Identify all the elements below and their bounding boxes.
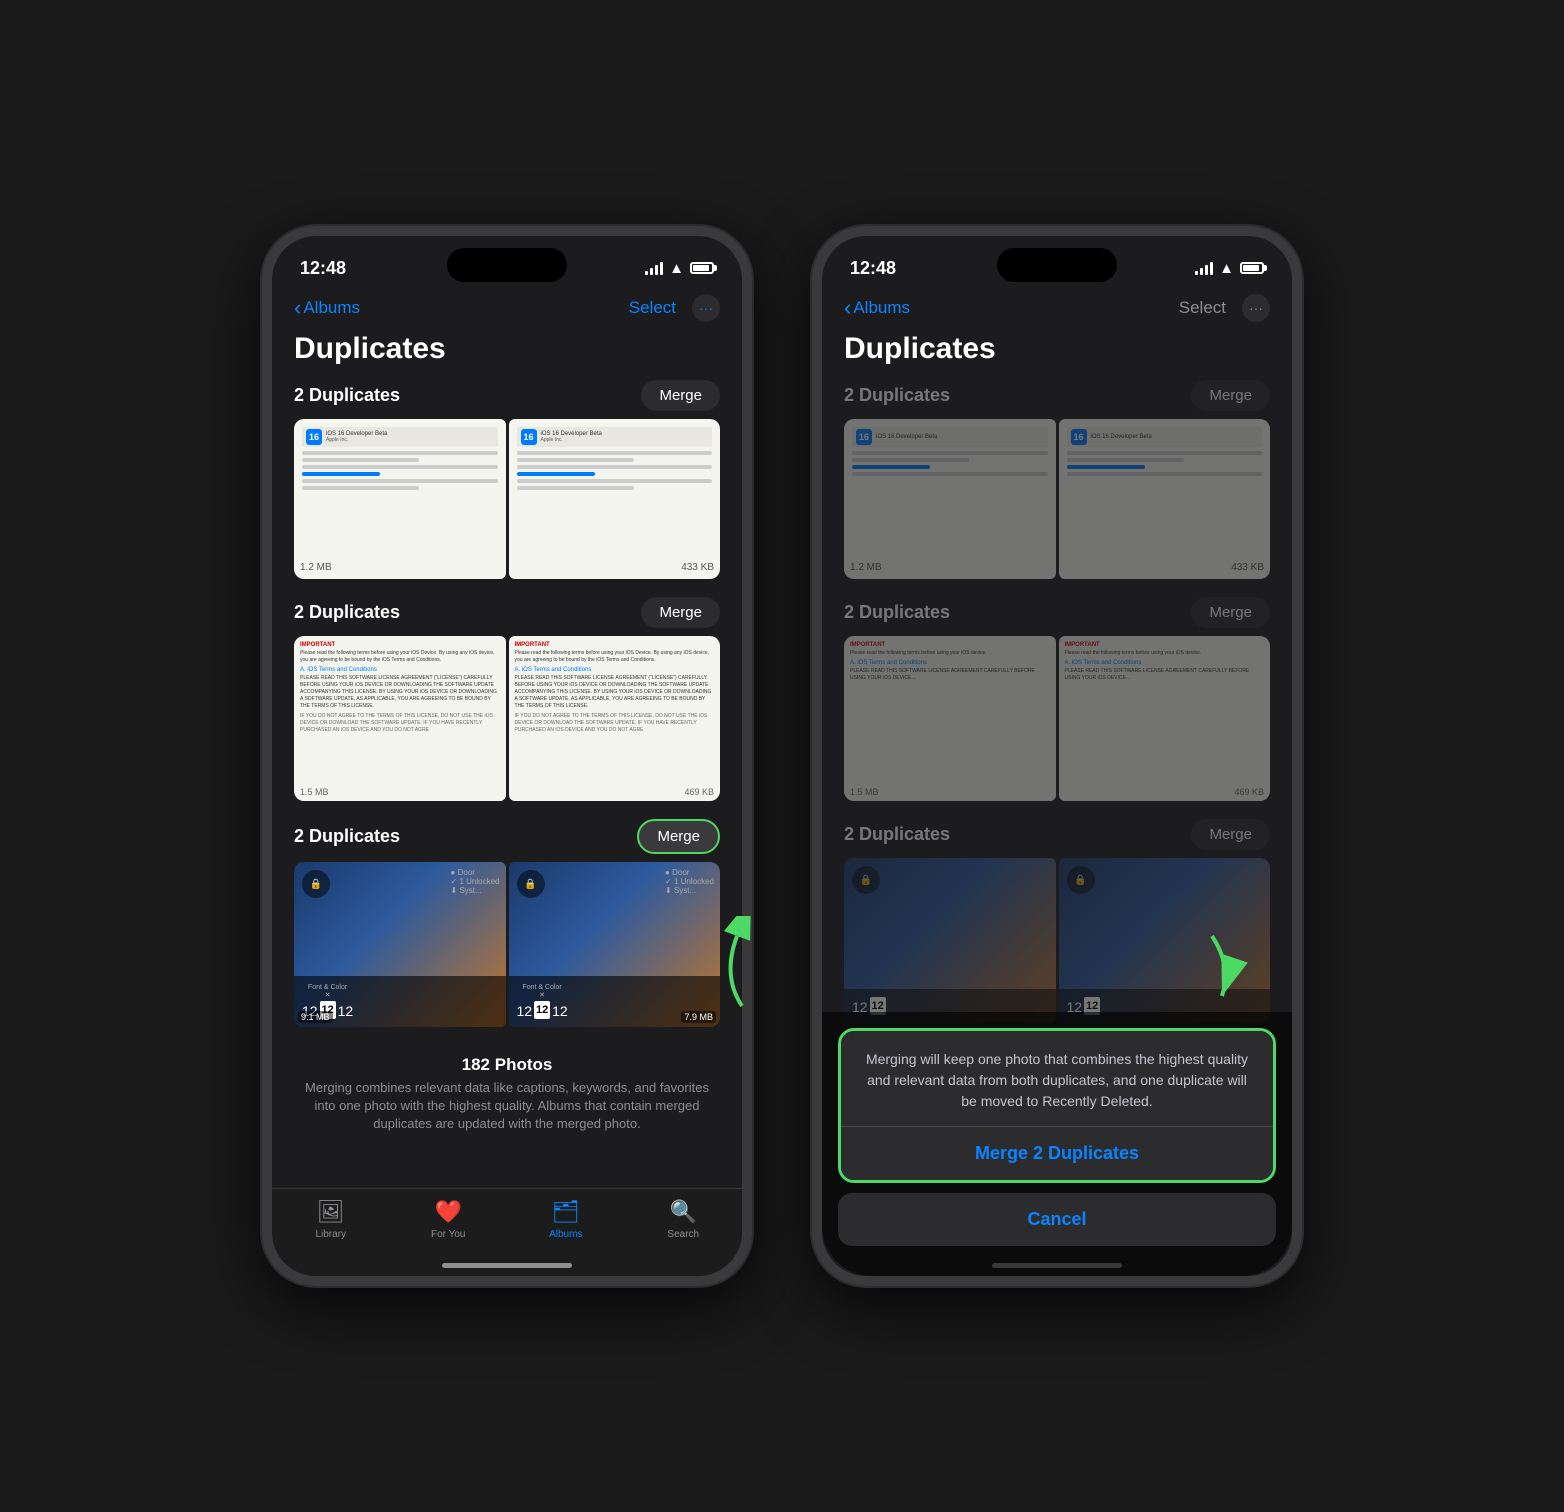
- dup-group-2-1: 2 Duplicates Merge 16 iOS 16 Developer B…: [844, 380, 1270, 579]
- more-button-2[interactable]: ···: [1242, 294, 1270, 322]
- for-you-icon-1: ❤️: [435, 1199, 462, 1225]
- status-time-1: 12:48: [300, 258, 346, 279]
- back-label-1: Albums: [303, 298, 360, 318]
- chevron-left-icon-2: ‹: [844, 295, 851, 321]
- photos-count-1: 182 Photos: [304, 1055, 710, 1075]
- dup-group-2: 2 Duplicates Merge IMPORTANT Please read…: [294, 597, 720, 801]
- nav-bar-1: ‹ Albums Select ···: [272, 290, 742, 330]
- sheet-highlight-box: Merging will keep one photo that combine…: [838, 1028, 1276, 1183]
- tab-search-1[interactable]: 🔍 Search: [643, 1199, 723, 1240]
- merge-button-3[interactable]: Merge: [637, 819, 720, 854]
- back-button-2[interactable]: ‹ Albums: [844, 295, 910, 321]
- img-size-1b: 433 KB: [681, 562, 714, 573]
- back-label-2: Albums: [853, 298, 910, 318]
- action-sheet-2: Merging will keep one photo that combine…: [822, 1012, 1292, 1276]
- tab-albums-label-1: Albums: [549, 1229, 582, 1240]
- signal-icon-2: [1195, 261, 1213, 275]
- merge-button-1[interactable]: Merge: [641, 380, 720, 411]
- dup-count-3: 2 Duplicates: [294, 826, 400, 847]
- battery-icon-2: [1240, 262, 1264, 274]
- tab-search-label-1: Search: [667, 1229, 699, 1240]
- search-icon-1: 🔍: [670, 1199, 697, 1225]
- battery-icon-1: [690, 262, 714, 274]
- dup-img-2-3a: 🔒 12 12: [844, 858, 1056, 1023]
- dup-img-1b[interactable]: 16 iOS 16 Developer BetaApple Inc. 433 K…: [509, 419, 721, 579]
- dup-img-2-2a: IMPORTANT Please read the following term…: [844, 636, 1056, 801]
- dup-header-2-1: 2 Duplicates Merge: [844, 380, 1270, 411]
- dup-img-1a[interactable]: 16 iOS 16 Developer BetaApple Inc. 1.2 M…: [294, 419, 506, 579]
- dup-images-2-1: 16 iOS 16 Developer Beta 1.2 MB: [844, 419, 1270, 579]
- cancel-button-2[interactable]: Cancel: [1027, 1209, 1086, 1229]
- dup-count-1: 2 Duplicates: [294, 385, 400, 406]
- dup-img-2-2b: IMPORTANT Please read the following term…: [1059, 636, 1271, 801]
- ios-badge-1b: 16: [521, 429, 537, 445]
- photos-desc-1: Merging combines relevant data like capt…: [304, 1079, 710, 1134]
- status-time-2: 12:48: [850, 258, 896, 279]
- status-icons-2: ▲: [1195, 260, 1264, 277]
- dup-header-2: 2 Duplicates Merge: [294, 597, 720, 628]
- dup-header-3: 2 Duplicates Merge: [294, 819, 720, 854]
- scroll-content-1: 2 Duplicates Merge 16 iOS 16 Developer B…: [272, 380, 742, 1140]
- phone-2: 12:48 ▲ ‹ Albums Select: [812, 226, 1302, 1286]
- dup-group-3: 2 Duplicates Merge 🔒: [294, 819, 720, 1027]
- sheet-message: Merging will keep one photo that combine…: [841, 1031, 1273, 1127]
- arrow-annotation-2: [1182, 916, 1262, 1016]
- signal-icon-1: [645, 261, 663, 275]
- dup-images-2: IMPORTANT Please read the following term…: [294, 636, 720, 801]
- dup-count-2-3: 2 Duplicates: [844, 824, 950, 845]
- merge-btn-2-3: Merge: [1191, 819, 1270, 850]
- tab-albums-1[interactable]: 🗂 Albums: [526, 1199, 606, 1240]
- select-button-1[interactable]: Select: [629, 298, 676, 318]
- tab-for-you-label-1: For You: [431, 1229, 465, 1240]
- dup-count-2-1: 2 Duplicates: [844, 385, 950, 406]
- ios-badge-1a: 16: [306, 429, 322, 445]
- dup-img-2-1a: 16 iOS 16 Developer Beta 1.2 MB: [844, 419, 1056, 579]
- phone-1: 12:48 ▲ ‹ Albums Select: [262, 226, 752, 1286]
- library-icon-1: 🖼: [317, 1199, 345, 1225]
- status-icons-1: ▲: [645, 260, 714, 277]
- dynamic-island-2: [997, 248, 1117, 282]
- nav-actions-2: Select ···: [1179, 294, 1270, 322]
- dup-header-2-3: 2 Duplicates Merge: [844, 819, 1270, 850]
- dup-group-2-2: 2 Duplicates Merge IMPORTANT Please read…: [844, 597, 1270, 801]
- wifi-icon-2: ▲: [1219, 260, 1234, 277]
- dup-group-1: 2 Duplicates Merge 16 iOS 16 Developer B…: [294, 380, 720, 579]
- chevron-left-icon-1: ‹: [294, 295, 301, 321]
- phone-2-body: 12:48 ▲ ‹ Albums Select: [812, 226, 1302, 1286]
- dup-header-1: 2 Duplicates Merge: [294, 380, 720, 411]
- select-button-2[interactable]: Select: [1179, 298, 1226, 318]
- dup-count-2-2: 2 Duplicates: [844, 602, 950, 623]
- photos-info-1: 182 Photos Merging combines relevant dat…: [294, 1045, 720, 1140]
- tab-for-you-1[interactable]: ❤️ For You: [408, 1199, 488, 1240]
- arrow-annotation-1: [682, 916, 782, 1036]
- dup-count-2: 2 Duplicates: [294, 602, 400, 623]
- dynamic-island-1: [447, 248, 567, 282]
- dup-img-2-1b: 16 iOS 16 Developer Beta 433 KB: [1059, 419, 1271, 579]
- img-size-3a: 9.1 MB: [298, 1011, 333, 1023]
- wifi-icon-1: ▲: [669, 260, 684, 277]
- dup-images-3: 🔒 ● Door ✓ 1 Unlocked ⬇ Syst... Font &: [294, 862, 720, 1027]
- dup-img-3a[interactable]: 🔒 ● Door ✓ 1 Unlocked ⬇ Syst... Font &: [294, 862, 506, 1027]
- page-title-2: Duplicates: [822, 330, 1292, 380]
- merge-btn-2-2: Merge: [1191, 597, 1270, 628]
- dup-img-2a[interactable]: IMPORTANT Please read the following term…: [294, 636, 506, 801]
- tab-library-1[interactable]: 🖼 Library: [291, 1199, 371, 1240]
- page-title-1: Duplicates: [272, 330, 742, 380]
- more-button-1[interactable]: ···: [692, 294, 720, 322]
- dup-images-1: 16 iOS 16 Developer BetaApple Inc. 1.2 M…: [294, 419, 720, 579]
- home-indicator-1: [442, 1263, 572, 1268]
- dup-header-2-2: 2 Duplicates Merge: [844, 597, 1270, 628]
- merge-btn-2-1: Merge: [1191, 380, 1270, 411]
- back-button-1[interactable]: ‹ Albums: [294, 295, 360, 321]
- dup-images-2-2: IMPORTANT Please read the following term…: [844, 636, 1270, 801]
- nav-actions-1: Select ···: [629, 294, 720, 322]
- dup-img-2b[interactable]: IMPORTANT Please read the following term…: [509, 636, 721, 801]
- albums-icon-1: 🗂: [552, 1199, 580, 1225]
- merge-button-2[interactable]: Merge: [641, 597, 720, 628]
- tab-library-label-1: Library: [315, 1229, 346, 1240]
- phone-1-body: 12:48 ▲ ‹ Albums Select: [262, 226, 752, 1286]
- merge-action-button[interactable]: Merge 2 Duplicates: [841, 1127, 1273, 1180]
- nav-bar-2: ‹ Albums Select ···: [822, 290, 1292, 330]
- img-size-1a: 1.2 MB: [300, 562, 332, 573]
